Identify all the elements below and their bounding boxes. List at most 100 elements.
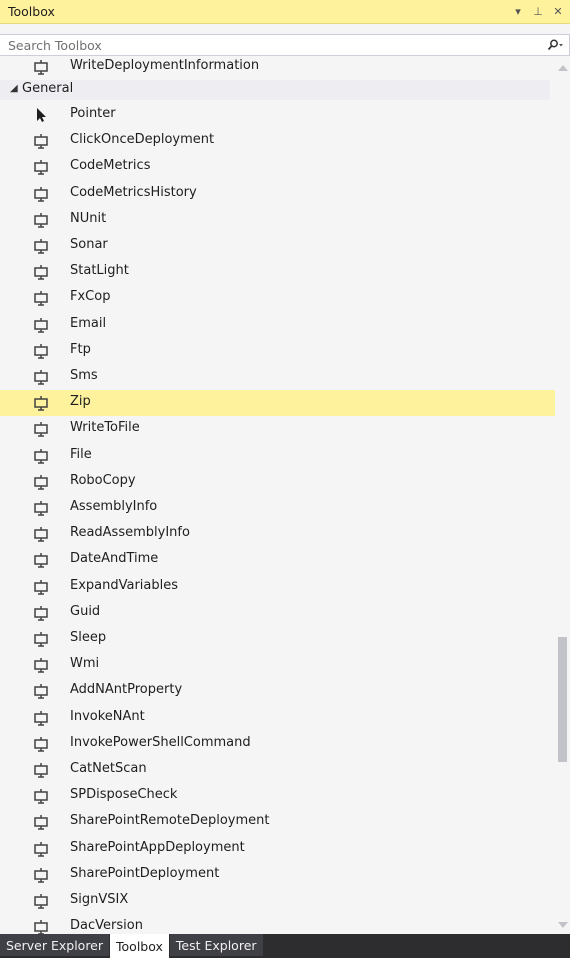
tab-toolbox[interactable]: Toolbox (110, 934, 169, 958)
component-icon (34, 605, 48, 621)
pin-icon[interactable]: ⊥ (530, 5, 546, 18)
close-icon[interactable]: ✕ (550, 5, 566, 18)
toolbox-item-file[interactable]: File (0, 443, 556, 469)
toolbox-item-label: ReadAssemblyInfo (70, 525, 190, 541)
toolbox-item-spdisposecheck[interactable]: SPDisposeCheck (0, 783, 556, 809)
toolbox-item-sms[interactable]: Sms (0, 364, 556, 390)
toolbox-item-catnetscan[interactable]: CatNetScan (0, 757, 556, 783)
component-icon (34, 763, 48, 778)
component-icon (34, 553, 48, 569)
component-icon (34, 474, 48, 490)
toolbox-item-label: Guid (70, 603, 101, 619)
toolbox-item-label: ClickOnceDeployment (70, 132, 215, 148)
scroll-up-icon[interactable] (558, 65, 568, 71)
scroll-thumb[interactable] (558, 637, 567, 762)
toolbox-item-expandvariables[interactable]: ExpandVariables (0, 574, 556, 600)
toolbox-item-clickoncedeployment[interactable]: ClickOnceDeployment (0, 128, 556, 154)
toolbox-item-robocopy[interactable]: RoboCopy (0, 469, 556, 495)
toolbox-item-dateandtime[interactable]: DateAndTime (0, 547, 556, 573)
pointer-icon (37, 108, 46, 122)
tool-window-tab-strip: Server Explorer Toolbox Test Explorer (0, 934, 570, 958)
component-icon (34, 920, 48, 934)
toolbox-item-label: Zip (70, 394, 91, 410)
toolbox-item-label: StatLight (70, 263, 129, 279)
toolbox-item-label: CodeMetricsHistory (70, 184, 197, 200)
toolbox-item-label: Ftp (70, 341, 91, 357)
toolbox-item-label: FxCop (70, 289, 111, 305)
toolbox-item-assemblyinfo[interactable]: AssemblyInfo (0, 495, 556, 521)
toolbox-item-readassemblyinfo[interactable]: ReadAssemblyInfo (0, 521, 556, 547)
group-label: General (22, 81, 74, 96)
toolbox-item-writedeploymentinformation[interactable]: WriteDeploymentInformation (0, 57, 556, 80)
component-icon (34, 658, 48, 673)
toolbox-item-label: ExpandVariables (70, 577, 179, 593)
toolbox-item-label: Wmi (70, 656, 100, 672)
toolbox-group-general[interactable]: ◢ General (0, 80, 550, 100)
tab-test-explorer[interactable]: Test Explorer (169, 934, 263, 956)
component-icon (34, 422, 48, 438)
toolbox-item-sharepointremotedeployment[interactable]: SharePointRemoteDeployment (0, 809, 556, 835)
toolbox-item-codemetricshistory[interactable]: CodeMetricsHistory (0, 181, 556, 207)
toolbox-item-fxcop[interactable]: FxCop (0, 285, 556, 311)
toolbox-item-email[interactable]: Email (0, 312, 556, 338)
toolbox-item-label: Email (70, 315, 107, 331)
toolbox-item-invokepowershellcommand[interactable]: InvokePowerShellCommand (0, 731, 556, 757)
scroll-down-icon[interactable] (558, 922, 568, 928)
toolbox-item-nunit[interactable]: NUnit (0, 207, 556, 233)
search-input[interactable] (0, 37, 541, 53)
window-title: Toolbox (8, 4, 55, 19)
toolbox-item-wmi[interactable]: Wmi (0, 652, 556, 678)
toolbox-item-zip[interactable]: Zip (0, 390, 556, 417)
toolbox-item-addnantproperty[interactable]: AddNAntProperty (0, 678, 556, 704)
toolbox-item-label: DateAndTime (70, 551, 159, 567)
toolbox-item-ftp[interactable]: Ftp (0, 338, 556, 364)
toolbox-item-invokenant[interactable]: InvokeNAnt (0, 705, 556, 731)
toolbox-item-signvsix[interactable]: SignVSIX (0, 888, 556, 914)
toolbox-item-statlight[interactable]: StatLight (0, 259, 556, 285)
window-dropdown-icon[interactable]: ▾ (510, 5, 526, 18)
toolbox-item-label: AddNAntProperty (70, 682, 183, 698)
toolbox-item-label: RoboCopy (70, 472, 136, 488)
toolbox-item-sleep[interactable]: Sleep (0, 626, 556, 652)
component-icon (34, 684, 48, 700)
toolbox-item-sharepointdeployment[interactable]: SharePointDeployment (0, 862, 556, 888)
component-icon (34, 894, 48, 909)
component-icon (34, 317, 48, 333)
component-icon (34, 212, 48, 228)
component-icon (34, 736, 48, 752)
toolbox-item-label: Pointer (70, 106, 116, 121)
component-icon (34, 841, 48, 857)
search-icon[interactable] (541, 39, 569, 51)
toolbox-item-label: AssemblyInfo (70, 499, 158, 514)
toolbox-item-writetofile[interactable]: WriteToFile (0, 416, 556, 442)
component-icon (34, 867, 48, 883)
toolbox-item-codemetrics[interactable]: CodeMetrics (0, 154, 556, 180)
tab-server-explorer[interactable]: Server Explorer (0, 934, 110, 956)
component-icon (34, 60, 48, 75)
component-icon (34, 527, 48, 542)
component-icon (34, 160, 48, 176)
vertical-scrollbar[interactable] (555, 57, 570, 934)
toolbox-item-label: InvokeNAnt (70, 708, 145, 724)
toolbox-item-pointer[interactable]: Pointer (0, 102, 556, 128)
component-icon (34, 632, 48, 647)
toolbox-item-sharepointappdeployment[interactable]: SharePointAppDeployment (0, 836, 556, 862)
toolbox-item-label: NUnit (70, 210, 107, 226)
component-icon (34, 815, 48, 831)
toolbox-item-label: Sms (70, 368, 98, 383)
component-icon (34, 789, 48, 804)
expand-triangle-icon[interactable]: ◢ (10, 83, 18, 94)
toolbox-item-list: WriteDeploymentInformation ◢ General Poi… (0, 57, 556, 934)
component-icon (34, 134, 48, 149)
toolbox-title-bar: Toolbox ▾ ⊥ ✕ (0, 0, 570, 24)
toolbox-item-label: SharePointDeployment (70, 865, 220, 881)
component-icon (34, 291, 48, 307)
component-icon (34, 239, 48, 254)
toolbox-item-guid[interactable]: Guid (0, 600, 556, 626)
toolbox-item-label: SharePointAppDeployment (70, 839, 245, 855)
toolbox-item-sonar[interactable]: Sonar (0, 233, 556, 259)
toolbox-item-label: WriteToFile (70, 420, 140, 436)
toolbox-item-dacversion[interactable]: DacVersion (0, 914, 556, 934)
component-icon (34, 396, 48, 411)
component-icon (34, 343, 48, 359)
